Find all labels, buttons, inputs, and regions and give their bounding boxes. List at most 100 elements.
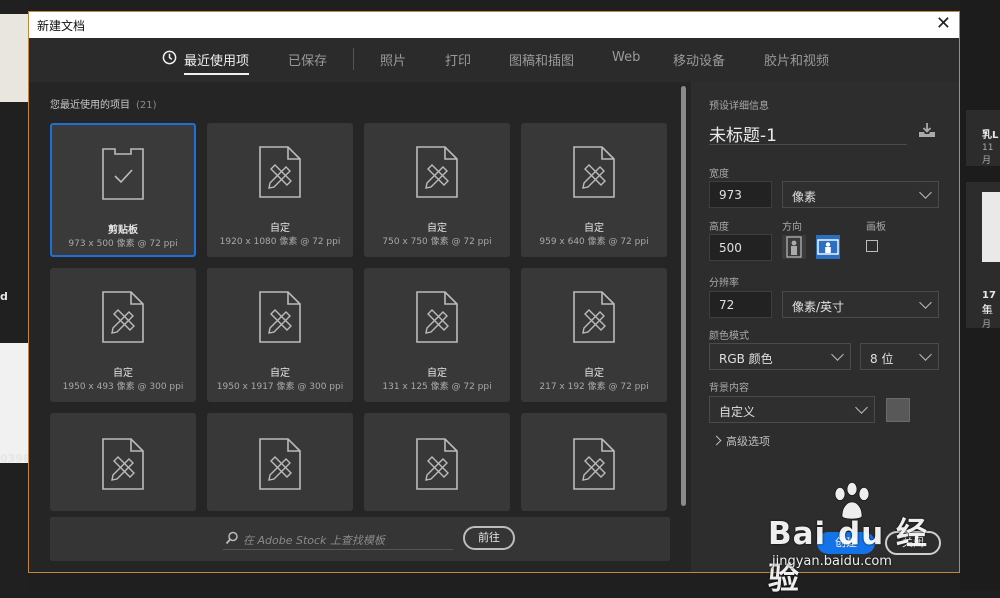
clipboard-icon xyxy=(102,148,144,200)
preset-dimensions: 217 x 192 像素 @ 72 ppi xyxy=(539,382,649,392)
portrait-orientation-button[interactable] xyxy=(782,235,806,259)
recent-items-heading: 您最近使用的项目 (21) xyxy=(50,96,157,111)
stock-search-placeholder: 在 Adobe Stock 上查找模板 xyxy=(243,534,385,547)
preset-name: 自定 xyxy=(584,368,604,379)
bit-depth-value: 8 位 xyxy=(870,352,894,366)
background-card-date: 11月 xyxy=(982,143,994,166)
color-mode-value: RGB 颜色 xyxy=(719,352,773,366)
landscape-person-icon xyxy=(817,239,839,255)
preset-dimensions: 750 x 750 像素 @ 72 ppi xyxy=(382,237,492,247)
height-label: 高度 xyxy=(709,222,729,233)
color-mode-select[interactable]: RGB 颜色 xyxy=(709,343,851,370)
preset-name: 自定 xyxy=(113,368,133,379)
height-input[interactable]: 500 xyxy=(709,234,772,261)
artboard-label: 画板 xyxy=(866,222,886,233)
preset-name: 自定 xyxy=(427,223,447,234)
tab-print[interactable]: 打印 xyxy=(445,50,471,69)
background-thumbnail xyxy=(982,192,1000,262)
preset-name: 剪贴板 xyxy=(108,225,138,236)
tab-web[interactable]: Web xyxy=(612,50,640,65)
close-icon[interactable]: ✕ xyxy=(936,14,951,34)
category-tabs: 最近使用项 已保存 照片 打印 图稿和插图 Web 移动设备 胶片和视频 xyxy=(29,38,959,82)
preset-dimensions: 1920 x 1080 像素 @ 72 ppi xyxy=(219,237,341,247)
background-thumbnail xyxy=(0,343,28,463)
tab-photo[interactable]: 照片 xyxy=(380,50,406,69)
document-name-field[interactable]: 未标题-1 xyxy=(709,121,777,146)
preset-name: 自定 xyxy=(270,223,290,234)
background-contents-select[interactable]: 自定义 xyxy=(709,396,875,423)
preset-dimensions: 1950 x 493 像素 @ 300 ppi xyxy=(62,382,184,392)
preset-dimensions: 973 x 500 像素 @ 72 ppi xyxy=(68,239,178,249)
background-card-date: 11月 xyxy=(982,307,994,330)
dialog-titlebar: 新建文档 ✕ xyxy=(29,12,959,38)
custom-preset-card[interactable]: 自定 1950 x 493 像素 @ 300 ppi xyxy=(50,268,196,402)
chevron-right-icon xyxy=(711,435,722,446)
background-contents-label: 背景内容 xyxy=(709,383,749,394)
custom-doc-icon xyxy=(259,146,301,198)
portrait-person-icon xyxy=(786,236,802,258)
preset-dimensions: 959 x 640 像素 @ 72 ppi xyxy=(539,237,649,247)
custom-doc-icon xyxy=(416,438,458,490)
custom-doc-icon xyxy=(259,438,301,490)
stock-search-input[interactable]: 在 Adobe Stock 上查找模板 xyxy=(223,529,453,550)
background-text: d xyxy=(0,290,8,303)
tab-film-video[interactable]: 胶片和视频 xyxy=(764,50,829,69)
background-contents-value: 自定义 xyxy=(719,405,756,419)
tab-recent[interactable]: 最近使用项 xyxy=(162,50,250,75)
custom-doc-icon xyxy=(573,438,615,490)
resolution-input[interactable]: 72 xyxy=(709,291,772,318)
orientation-label: 方向 xyxy=(782,222,802,233)
advanced-options-toggle[interactable]: 高级选项 xyxy=(711,433,770,449)
background-card-title: 乳L xyxy=(982,130,999,141)
recent-items-count: (21) xyxy=(136,100,157,111)
custom-doc-icon xyxy=(573,146,615,198)
chevron-down-icon xyxy=(855,401,868,414)
chevron-down-icon xyxy=(831,348,844,361)
custom-preset-card[interactable]: 自定 750 x 750 像素 @ 72 ppi xyxy=(364,123,510,257)
bit-depth-select[interactable]: 8 位 xyxy=(860,343,939,370)
width-input[interactable]: 973 xyxy=(709,181,772,208)
artboard-checkbox[interactable] xyxy=(866,240,878,252)
custom-preset-card[interactable]: 自定 131 x 125 像素 @ 72 ppi xyxy=(364,268,510,402)
watermark-subtext: jingyan.baidu.com xyxy=(772,554,892,569)
tab-art-illustration[interactable]: 图稿和插图 xyxy=(509,50,574,69)
landscape-orientation-button[interactable] xyxy=(816,235,840,259)
color-mode-label: 颜色模式 xyxy=(709,331,749,342)
custom-preset-card[interactable] xyxy=(207,413,353,511)
tab-divider xyxy=(353,48,354,70)
resolution-unit-select[interactable]: 像素/英寸 xyxy=(782,291,939,318)
background-thumbnail xyxy=(0,14,28,102)
width-label: 宽度 xyxy=(709,169,729,180)
custom-doc-icon xyxy=(573,291,615,343)
custom-preset-card[interactable] xyxy=(521,413,667,511)
preset-name: 自定 xyxy=(427,368,447,379)
resolution-unit-value: 像素/英寸 xyxy=(792,300,845,314)
tab-saved[interactable]: 已保存 xyxy=(288,50,327,69)
custom-doc-icon xyxy=(102,438,144,490)
save-preset-icon[interactable] xyxy=(917,122,937,140)
custom-preset-card[interactable]: 自定 217 x 192 像素 @ 72 ppi xyxy=(521,268,667,402)
recent-items-title: 您最近使用的项目 xyxy=(50,100,130,111)
resolution-label: 分辨率 xyxy=(709,278,739,289)
custom-preset-card[interactable] xyxy=(50,413,196,511)
width-unit-select[interactable]: 像素 xyxy=(782,181,939,208)
background-color-swatch[interactable] xyxy=(886,398,910,422)
tab-mobile[interactable]: 移动设备 xyxy=(673,50,725,69)
custom-doc-icon xyxy=(416,291,458,343)
document-name-underline xyxy=(709,144,907,145)
custom-preset-card[interactable]: 自定 1920 x 1080 像素 @ 72 ppi xyxy=(207,123,353,257)
custom-preset-card[interactable] xyxy=(364,413,510,511)
clipboard-preset-card[interactable]: 剪贴板 973 x 500 像素 @ 72 ppi xyxy=(50,123,196,257)
chevron-down-icon xyxy=(919,348,932,361)
preset-name: 自定 xyxy=(270,368,290,379)
scrollbar-thumb[interactable] xyxy=(681,86,686,506)
width-unit-value: 像素 xyxy=(792,190,817,204)
custom-preset-card[interactable]: 自定 959 x 640 像素 @ 72 ppi xyxy=(521,123,667,257)
recent-items-pane: 您最近使用的项目 (21) 剪贴板 973 x 500 像素 @ 72 ppi 自定 1… xyxy=(29,82,691,572)
preset-name: 自定 xyxy=(584,223,604,234)
tab-label: 最近使用项 xyxy=(184,54,250,69)
custom-doc-icon xyxy=(416,146,458,198)
stock-go-button[interactable]: 前往 xyxy=(463,526,515,550)
advanced-options-label: 高级选项 xyxy=(726,435,770,448)
custom-preset-card[interactable]: 自定 1950 x 1917 像素 @ 300 ppi xyxy=(207,268,353,402)
